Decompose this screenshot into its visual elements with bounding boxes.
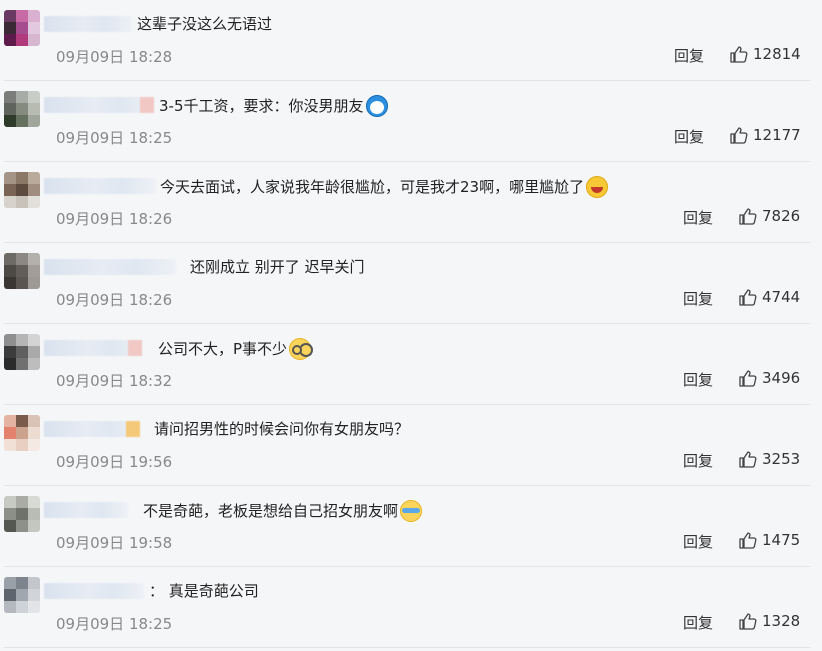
like-count: 4744 (762, 288, 801, 306)
like-button[interactable]: 1475 (739, 531, 800, 549)
comment-content: 公司不大，P事不少 (158, 340, 288, 358)
thumbs-up-icon (730, 46, 748, 63)
reply-button[interactable]: 回复 (683, 450, 713, 471)
comment-text: 还刚成立 别开了 迟早关门 (190, 257, 365, 277)
like-button[interactable]: 12814 (730, 45, 801, 63)
thumbs-up-icon (739, 451, 757, 468)
comment-item: ： 真是奇葩公司 09月09日 18:25 回复 1328 (0, 567, 822, 648)
like-count: 12814 (753, 45, 801, 63)
comment-content: 今天去面试，人家说我年龄很尴尬，可是我才23啊，哪里尴尬了 (160, 178, 585, 196)
comment-time: 09月09日 18:26 (56, 210, 173, 228)
like-button[interactable]: 7826 (739, 207, 800, 225)
username-blurred[interactable] (44, 178, 156, 194)
crying-emoji-icon (400, 500, 423, 522)
comment-list: 这辈子没这么无语过 09月09日 18:28 回复 12814 3-5千工资，要… (0, 0, 822, 651)
comment-item: 不是奇葩，老板是想给自己招女朋友啊 09月09日 19:58 回复 1475 (0, 486, 822, 567)
like-button[interactable]: 4744 (739, 288, 800, 306)
comment-item: 这辈子没这么无语过 09月09日 18:28 回复 12814 (0, 0, 822, 81)
thumbs-up-icon (739, 613, 757, 630)
avatar[interactable] (4, 334, 40, 370)
like-count: 1328 (762, 612, 801, 630)
username-blurred[interactable] (44, 97, 154, 113)
username-blurred[interactable] (44, 259, 176, 275)
comment-text: 3-5千工资，要求：你没男朋友 (159, 95, 388, 117)
thumbs-up-icon (739, 289, 757, 306)
avatar[interactable] (4, 496, 40, 532)
comment-content: 这辈子没这么无语过 (137, 15, 273, 33)
comment-time: 09月09日 18:32 (56, 372, 173, 390)
reply-button[interactable]: 回复 (683, 612, 713, 633)
reply-button[interactable]: 回复 (674, 126, 704, 147)
comment-text: 不是奇葩，老板是想给自己招女朋友啊 (143, 500, 423, 522)
divider (4, 647, 810, 648)
like-count: 3496 (762, 369, 801, 387)
laughing-tears-emoji-icon (586, 176, 609, 198)
comment-content: ： 真是奇葩公司 (149, 582, 259, 600)
like-button[interactable]: 3496 (739, 369, 800, 387)
thumbs-up-icon (739, 370, 757, 387)
comment-text: 公司不大，P事不少 (158, 338, 312, 360)
avatar[interactable] (4, 91, 40, 127)
reply-button[interactable]: 回复 (674, 45, 704, 66)
comment-content: 还刚成立 别开了 迟早关门 (190, 258, 365, 276)
thumbs-up-icon (739, 532, 757, 549)
like-count: 7826 (762, 207, 801, 225)
avatar[interactable] (4, 10, 40, 46)
like-count: 1475 (762, 531, 801, 549)
comment-item: 3-5千工资，要求：你没男朋友 09月09日 18:25 回复 12177 (0, 81, 822, 162)
username-blurred[interactable] (44, 583, 144, 599)
comment-text: 今天去面试，人家说我年龄很尴尬，可是我才23啊，哪里尴尬了 (160, 176, 609, 198)
comment-time: 09月09日 19:56 (56, 453, 173, 471)
reply-button[interactable]: 回复 (683, 288, 713, 309)
avatar[interactable] (4, 415, 40, 451)
like-button[interactable]: 3253 (739, 450, 800, 468)
like-button[interactable]: 1328 (739, 612, 800, 630)
comment-content: 不是奇葩，老板是想给自己招女朋友啊 (143, 502, 399, 520)
comment-text: 请问招男性的时候会问你有女朋友吗？ (154, 419, 409, 439)
username-blurred[interactable] (44, 340, 142, 356)
username-blurred[interactable] (44, 502, 128, 518)
thumbs-up-icon (730, 127, 748, 144)
like-count: 12177 (753, 126, 801, 144)
avatar[interactable] (4, 253, 40, 289)
username-blurred[interactable] (44, 16, 132, 32)
comment-time: 09月09日 18:25 (56, 615, 173, 633)
like-count: 3253 (762, 450, 801, 468)
reply-button[interactable]: 回复 (683, 369, 713, 390)
comment-item: 还刚成立 别开了 迟早关门 09月09日 18:26 回复 4744 (0, 243, 822, 324)
comment-text: 这辈子没这么无语过 (137, 14, 272, 34)
comment-time: 09月09日 19:58 (56, 534, 173, 552)
comment-item: 今天去面试，人家说我年龄很尴尬，可是我才23啊，哪里尴尬了 09月09日 18:… (0, 162, 822, 243)
comment-content: 3-5千工资，要求：你没男朋友 (159, 97, 364, 115)
username-blurred[interactable] (44, 421, 140, 437)
reply-button[interactable]: 回复 (683, 207, 713, 228)
reply-button[interactable]: 回复 (683, 531, 713, 552)
avatar[interactable] (4, 577, 40, 613)
comment-time: 09月09日 18:25 (56, 129, 173, 147)
doraemon-emoji-icon (365, 95, 388, 117)
glasses-emoji-icon (289, 338, 312, 360)
thumbs-up-icon (739, 208, 757, 225)
comment-time: 09月09日 18:28 (56, 48, 173, 66)
comment-time: 09月09日 18:26 (56, 291, 173, 309)
comment-item: 请问招男性的时候会问你有女朋友吗？ 09月09日 19:56 回复 3253 (0, 405, 822, 486)
comment-text: ： 真是奇葩公司 (149, 581, 259, 601)
comment-item: 公司不大，P事不少 09月09日 18:32 回复 3496 (0, 324, 822, 405)
like-button[interactable]: 12177 (730, 126, 801, 144)
comment-content: 请问招男性的时候会问你有女朋友吗？ (154, 420, 410, 438)
avatar[interactable] (4, 172, 40, 208)
